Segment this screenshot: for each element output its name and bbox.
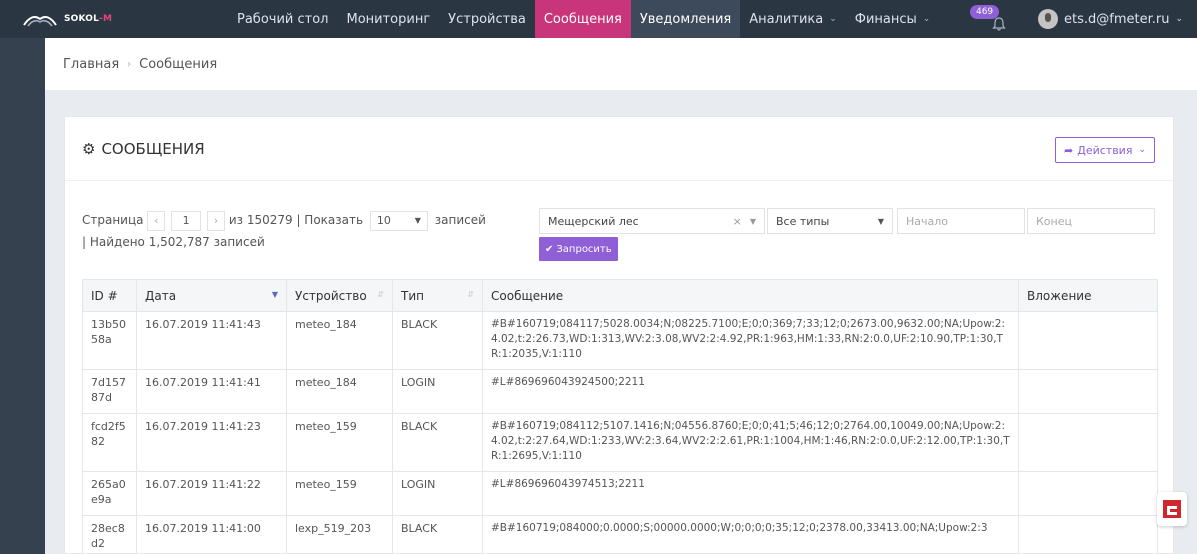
sort-icon: ⇵ bbox=[377, 290, 384, 299]
table-header-row: ID # Дата ▼ Устройство ⇵ Тип ⇵ Сообщение Вл… bbox=[82, 279, 1158, 312]
col-id[interactable]: ID # bbox=[82, 279, 137, 312]
nav-analytics[interactable]: Аналитика ⌄ bbox=[740, 0, 846, 38]
location-select[interactable]: Мещерский лес × ▼ bbox=[539, 208, 765, 234]
brand-name: SOKOL-M bbox=[64, 14, 113, 24]
page-title: ⚙ СООБЩЕНИЯ bbox=[82, 139, 205, 158]
records-label: записей bbox=[434, 213, 486, 227]
chevron-down-icon: ⌄ bbox=[922, 14, 931, 24]
chevron-right-icon: › bbox=[127, 58, 132, 70]
cell-type: BLACK bbox=[392, 515, 483, 554]
cell-device: meteo_184 bbox=[286, 369, 393, 414]
col-message[interactable]: Сообщение bbox=[482, 279, 1019, 312]
cell-device: meteo_159 bbox=[286, 471, 393, 516]
messages-table: ID # Дата ▼ Устройство ⇵ Тип ⇵ Сообщение Вл… bbox=[82, 279, 1158, 554]
check-icon: ✔ bbox=[545, 243, 554, 255]
cell-date: 16.07.2019 11:41:00 bbox=[136, 515, 287, 554]
user-menu[interactable]: ets.d@fmeter.ru ⌄ bbox=[1037, 9, 1197, 29]
chevron-down-icon: ⌄ bbox=[1175, 14, 1183, 24]
chevron-down-icon: ▼ bbox=[749, 216, 756, 226]
nav-desktop[interactable]: Рабочий стол bbox=[228, 0, 337, 38]
cell-id: fcd2f582 bbox=[82, 413, 137, 472]
found-count-text: | Найдено 1,502,787 записей bbox=[82, 235, 265, 249]
cell-date: 16.07.2019 11:41:23 bbox=[136, 413, 287, 472]
cell-device: meteo_159 bbox=[286, 413, 393, 472]
cell-type: BLACK bbox=[392, 413, 483, 472]
gear-icon: ⚙ bbox=[82, 139, 96, 158]
sort-desc-icon: ▼ bbox=[271, 290, 278, 299]
breadcrumb: Главная › Сообщения bbox=[45, 38, 1197, 90]
cell-type: LOGIN bbox=[392, 471, 483, 516]
breadcrumb-home[interactable]: Главная bbox=[63, 57, 119, 72]
pagination-controls: Страница ‹ 1 › из 150279 | Показать 10 ▼ … bbox=[82, 209, 502, 253]
cell-attachment bbox=[1018, 369, 1158, 414]
nav-finance[interactable]: Финансы ⌄ bbox=[846, 0, 940, 38]
panel-header: ⚙ СООБЩЕНИЯ ➦ Действия ⌄ bbox=[65, 117, 1173, 181]
chevron-down-icon: ⌄ bbox=[1138, 145, 1146, 155]
cell-message: #B#160719;084117;5028.0034;N;08225.7100;… bbox=[482, 311, 1019, 370]
actions-button[interactable]: ➦ Действия ⌄ bbox=[1055, 137, 1155, 163]
bird-logo-icon bbox=[23, 16, 57, 27]
page-total-text: из 150279 | Показать bbox=[228, 213, 364, 227]
cell-message: #L#869696043924500;2211 bbox=[482, 369, 1019, 414]
cell-message: #B#160719;084000;0.0000;S;00000.0000;W;0… bbox=[482, 515, 1019, 554]
chevron-down-icon: ▼ bbox=[877, 216, 884, 226]
table-row[interactable]: 13b5058a 16.07.2019 11:41:43 meteo_184 B… bbox=[82, 311, 1158, 370]
cell-attachment bbox=[1018, 515, 1158, 554]
table-row[interactable]: 265a0e9a 16.07.2019 11:41:22 meteo_159 L… bbox=[82, 471, 1158, 516]
next-page-button[interactable]: › bbox=[207, 210, 225, 231]
table-row[interactable]: 28ec8d2 16.07.2019 11:41:00 lexp_519_203… bbox=[82, 515, 1158, 554]
nav-monitoring[interactable]: Мониторинг bbox=[337, 0, 439, 38]
breadcrumb-current: Сообщения bbox=[139, 56, 218, 72]
end-date-input[interactable]: Конец bbox=[1027, 208, 1155, 234]
cell-device: meteo_184 bbox=[286, 311, 393, 370]
cell-date: 16.07.2019 11:41:41 bbox=[136, 369, 287, 414]
notification-count-badge: 469 bbox=[969, 5, 1000, 19]
col-type[interactable]: Тип ⇵ bbox=[392, 279, 483, 312]
cell-id: 7d15787d bbox=[82, 369, 137, 414]
table-row[interactable]: fcd2f582 16.07.2019 11:41:23 meteo_159 B… bbox=[82, 413, 1158, 472]
cell-id: 28ec8d2 bbox=[82, 515, 137, 554]
cell-attachment bbox=[1018, 311, 1158, 370]
query-button[interactable]: ✔ Запросить bbox=[539, 237, 618, 261]
page-size-select[interactable]: 10 ▼ bbox=[369, 210, 428, 231]
share-icon: ➦ bbox=[1064, 143, 1074, 157]
messages-panel: ⚙ СООБЩЕНИЯ ➦ Действия ⌄ Страница ‹ 1 › … bbox=[64, 116, 1174, 554]
brand-logo[interactable]: SOKOL-M bbox=[0, 0, 228, 38]
main-nav: Рабочий стол Мониторинг Устройства Сообщ… bbox=[228, 0, 940, 43]
nav-devices[interactable]: Устройства bbox=[439, 0, 535, 38]
col-date[interactable]: Дата ▼ bbox=[136, 279, 287, 312]
type-select[interactable]: Все типы ▼ bbox=[767, 208, 893, 234]
page-label: Страница bbox=[82, 213, 144, 227]
page-input[interactable]: 1 bbox=[171, 210, 202, 231]
nav-messages[interactable]: Сообщения bbox=[534, 0, 631, 43]
cell-id: 265a0e9a bbox=[82, 471, 137, 516]
clear-icon[interactable]: × bbox=[733, 215, 742, 228]
notifications-button[interactable]: 469 bbox=[964, 0, 1024, 38]
cell-date: 16.07.2019 11:41:22 bbox=[136, 471, 287, 516]
cell-type: LOGIN bbox=[392, 369, 483, 414]
sort-icon: ⇵ bbox=[467, 290, 474, 299]
cell-attachment bbox=[1018, 471, 1158, 516]
cell-date: 16.07.2019 11:41:43 bbox=[136, 311, 287, 370]
cell-message: #L#869696043974513;2211 bbox=[482, 471, 1019, 516]
cell-attachment bbox=[1018, 413, 1158, 472]
avatar bbox=[1037, 9, 1058, 29]
table-row[interactable]: 7d15787d 16.07.2019 11:41:41 meteo_184 L… bbox=[82, 369, 1158, 414]
prev-page-button[interactable]: ‹ bbox=[147, 210, 166, 231]
nav-notifications[interactable]: Уведомления bbox=[630, 0, 741, 38]
cell-type: BLACK bbox=[392, 311, 483, 370]
top-navbar: SOKOL-M Рабочий стол Мониторинг Устройст… bbox=[0, 0, 1197, 43]
chevron-down-icon: ⌄ bbox=[829, 14, 837, 24]
e-logo-icon[interactable] bbox=[1157, 492, 1187, 526]
cell-id: 13b5058a bbox=[82, 311, 137, 370]
cell-message: #B#160719;084112;5107.1416;N;04556.8760;… bbox=[482, 413, 1019, 472]
user-email: ets.d@fmeter.ru bbox=[1063, 11, 1170, 27]
e-logo-svg bbox=[1163, 500, 1181, 518]
col-device[interactable]: Устройство ⇵ bbox=[286, 279, 393, 312]
col-attachment[interactable]: Вложение bbox=[1018, 279, 1158, 312]
sidebar bbox=[0, 38, 45, 554]
cell-device: lexp_519_203 bbox=[286, 515, 393, 554]
start-date-input[interactable]: Начало bbox=[897, 208, 1025, 234]
